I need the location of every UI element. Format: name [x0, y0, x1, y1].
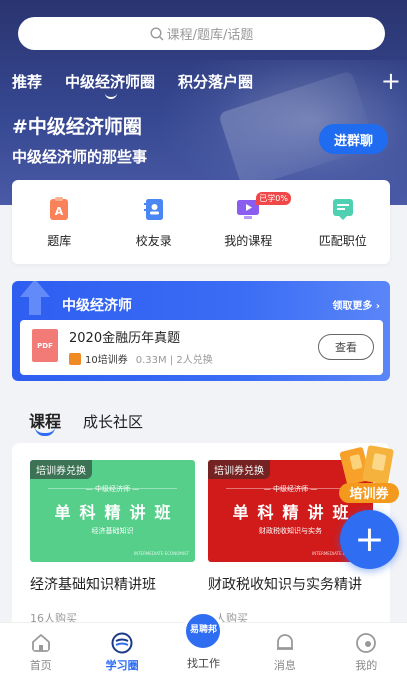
course-title: 财政税收知识与实务精讲 — [208, 577, 362, 593]
join-group-chat-button[interactable]: 进群聊 — [319, 124, 388, 154]
cover-english-caption: INTERMEDIATE ECONOMIST — [133, 551, 189, 556]
training-voucher-floating-icon[interactable]: 培训券 — [337, 445, 401, 507]
job-match-icon — [332, 198, 353, 220]
alumni-book-icon — [143, 198, 163, 220]
tab-points-settlement-circle[interactable]: 积分落户圈 — [178, 71, 253, 92]
learned-progress-badge: 已学0% — [256, 191, 291, 205]
nav-item-home[interactable]: 首页 — [0, 623, 81, 676]
course-cover: 培训券兑换 — 中级经济师 — 单科精讲班 经济基础知识 INTERMEDIAT… — [30, 460, 195, 562]
circle-title: #中级经济师圈 — [12, 116, 142, 138]
message-icon — [276, 634, 293, 650]
materials-card-title: 中级经济师 — [62, 298, 132, 314]
tab-recommend[interactable]: 推荐 — [12, 71, 42, 92]
nav-label: 首页 — [29, 659, 52, 672]
nav-item-study-circle[interactable]: 学习圈 — [82, 623, 163, 676]
quick-menu: A 题库 校友录 已学0% 我的课程 匹配职位 — [12, 180, 390, 264]
section-tabs: 课程 成长社区 — [29, 408, 165, 436]
nav-item-profile[interactable]: 我的 — [326, 623, 407, 676]
menu-label: 校友录 — [135, 233, 172, 248]
circle-subtitle: 中级经济师的那些事 — [12, 148, 148, 166]
voucher-label: 培训券 — [349, 486, 389, 502]
menu-item-question-bank[interactable]: A 题库 — [14, 196, 104, 249]
voucher-exchange-tag: 培训券兑换 — [208, 460, 270, 479]
bottom-nav: 首页 学习圈 易聘邦 找工作 消息 我的 — [0, 611, 407, 676]
search-bar[interactable]: 课程/题库/话题 — [18, 17, 385, 50]
voucher-coin-icon — [69, 352, 81, 365]
nav-label: 消息 — [273, 659, 296, 672]
tab-community[interactable]: 成长社区 — [83, 411, 143, 432]
material-item[interactable]: PDF 2020金融历年真题 10培训券 0.33M | 2人兑换 查看 — [20, 320, 383, 375]
nav-label: 找工作 — [186, 657, 220, 670]
search-icon — [150, 26, 164, 40]
menu-label: 匹配职位 — [318, 233, 367, 248]
material-meta: 10培训券 0.33M | 2人兑换 — [69, 351, 213, 366]
free-materials-card[interactable]: 中级经济师 领取更多 › PDF 2020金融历年真题 10培训券 0.33M … — [12, 281, 390, 381]
nav-label: 我的 — [355, 659, 378, 672]
course-title: 经济基础知识精讲班 — [30, 577, 156, 593]
find-job-icon: 易聘邦 — [183, 611, 224, 651]
home-icon — [31, 634, 50, 652]
menu-label: 我的课程 — [224, 233, 273, 248]
cover-subject: 经济基础知识 — [91, 527, 134, 535]
get-more-link[interactable]: 领取更多 › — [332, 297, 380, 312]
up-arrow-decoration-icon — [20, 281, 50, 315]
search-placeholder: 课程/题库/话题 — [166, 28, 254, 43]
get-more-label: 领取更多 — [332, 301, 373, 312]
menu-item-job-match[interactable]: 匹配职位 — [298, 196, 388, 249]
pdf-file-icon: PDF — [32, 329, 58, 362]
tab-courses[interactable]: 课程 — [29, 408, 61, 436]
view-material-button[interactable]: 查看 — [318, 334, 374, 360]
circle-hero-banner: 课程/题库/话题 推荐 中级经济师圈 积分落户圈 + #中级经济师圈 中级经济师… — [0, 0, 407, 205]
add-circle-plus-icon[interactable]: + — [381, 69, 401, 93]
material-cost: 10培训券 — [85, 355, 128, 366]
menu-item-my-course[interactable]: 已学0% 我的课程 — [203, 191, 293, 249]
study-circle-icon — [111, 632, 134, 654]
question-bank-icon: A — [50, 196, 69, 220]
circle-tabs: 推荐 中级经济师圈 积分落户圈 — [12, 71, 276, 99]
course-card[interactable]: 培训券兑换 — 中级经济师 — 单科精讲班 经济基础知识 INTERMEDIAT… — [30, 460, 195, 626]
cover-title: 单科精讲班 — [54, 503, 180, 522]
voucher-exchange-tag: 培训券兑换 — [30, 460, 92, 479]
material-title: 2020金融历年真题 — [69, 331, 181, 346]
create-post-fab[interactable]: + — [340, 510, 399, 569]
menu-label: 题库 — [47, 233, 72, 248]
nav-item-find-job[interactable]: 易聘邦 找工作 — [163, 611, 244, 676]
plus-icon: + — [354, 518, 385, 560]
nav-label: 学习圈 — [105, 659, 139, 672]
svg-text:A: A — [55, 205, 64, 218]
cover-category: — 中级经济师 — — [85, 485, 140, 493]
nav-item-messages[interactable]: 消息 — [244, 623, 325, 676]
material-size-exchanges: 0.33M | 2人兑换 — [135, 355, 213, 366]
tab-economist-circle[interactable]: 中级经济师圈 — [65, 71, 155, 99]
chevron-right-icon: › — [375, 301, 380, 312]
menu-item-alumni[interactable]: 校友录 — [109, 196, 199, 249]
profile-icon — [356, 633, 377, 653]
